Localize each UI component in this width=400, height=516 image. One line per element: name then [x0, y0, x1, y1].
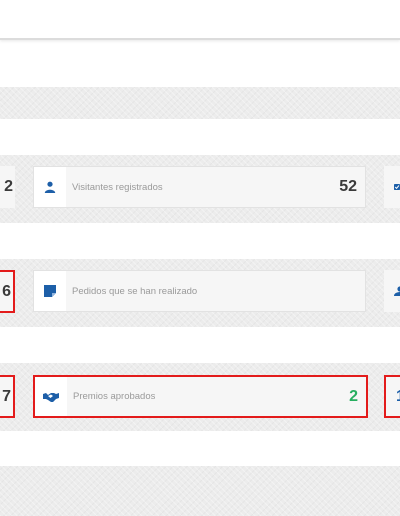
stat-label: Visitantes registrados	[72, 181, 163, 193]
stat-label: Premios aprobados	[73, 391, 156, 402]
partial-stat-card-right[interactable]	[384, 270, 400, 312]
stat-card-premios[interactable]: Premios aprobados 2	[33, 375, 368, 418]
section-band	[0, 466, 400, 516]
note-icon	[34, 271, 66, 311]
user-icon	[394, 286, 400, 296]
partial-stat-card-left[interactable]: 7	[0, 375, 15, 418]
partial-stat-card-left[interactable]: 2	[0, 166, 15, 208]
stat-label: Pedidos que se han realizado	[72, 285, 198, 297]
top-header-bar	[0, 0, 400, 40]
stat-value: 2	[349, 387, 358, 405]
checkbox-icon	[394, 184, 400, 190]
stat-card-pedidos[interactable]: Pedidos que se han realizado	[33, 270, 366, 312]
handshake-icon	[35, 377, 67, 416]
stat-value: 1	[396, 388, 400, 406]
stat-card-visitantes[interactable]: Visitantes registrados 52	[33, 166, 366, 208]
section-band	[0, 87, 400, 119]
stat-value: 7	[2, 387, 11, 405]
partial-stat-card-right[interactable]	[384, 166, 400, 208]
partial-stat-card-right[interactable]: 1	[384, 375, 400, 418]
stat-value: 2	[4, 178, 13, 195]
stat-value: 52	[339, 178, 357, 195]
stat-value: 6	[2, 282, 11, 300]
user-icon	[34, 167, 66, 207]
partial-stat-card-left[interactable]: 6	[0, 270, 15, 313]
